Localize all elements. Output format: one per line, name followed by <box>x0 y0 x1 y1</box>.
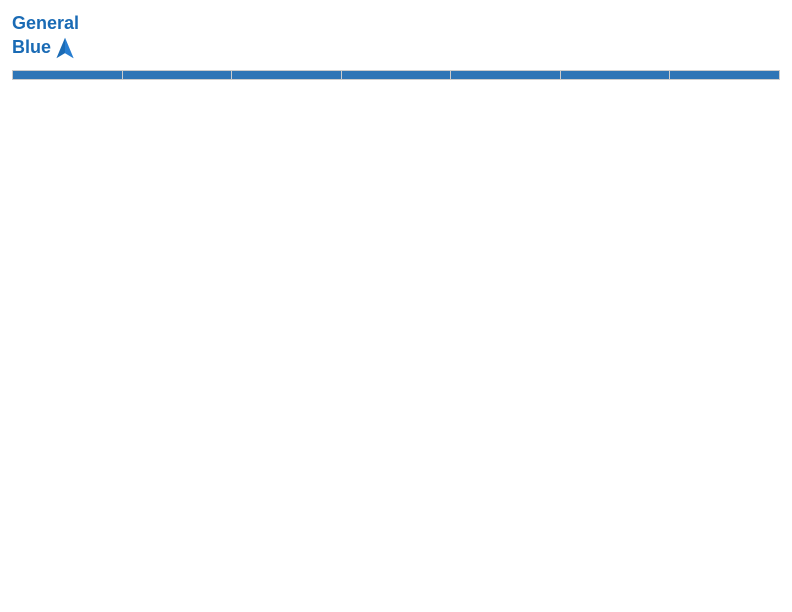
col-thursday <box>451 70 561 79</box>
calendar-table <box>12 70 780 602</box>
col-tuesday <box>232 70 342 79</box>
logo: General Blue <box>12 14 79 62</box>
col-saturday <box>670 70 780 79</box>
calendar-header-row <box>13 70 780 79</box>
col-sunday <box>13 70 123 79</box>
col-monday <box>122 70 232 79</box>
col-wednesday <box>341 70 451 79</box>
logo-icon <box>53 34 77 62</box>
logo-subtext: Blue <box>12 34 79 62</box>
calendar-container: General Blue <box>0 0 792 612</box>
header: General Blue <box>12 10 780 62</box>
logo-text: General <box>12 14 79 34</box>
col-friday <box>560 70 670 79</box>
